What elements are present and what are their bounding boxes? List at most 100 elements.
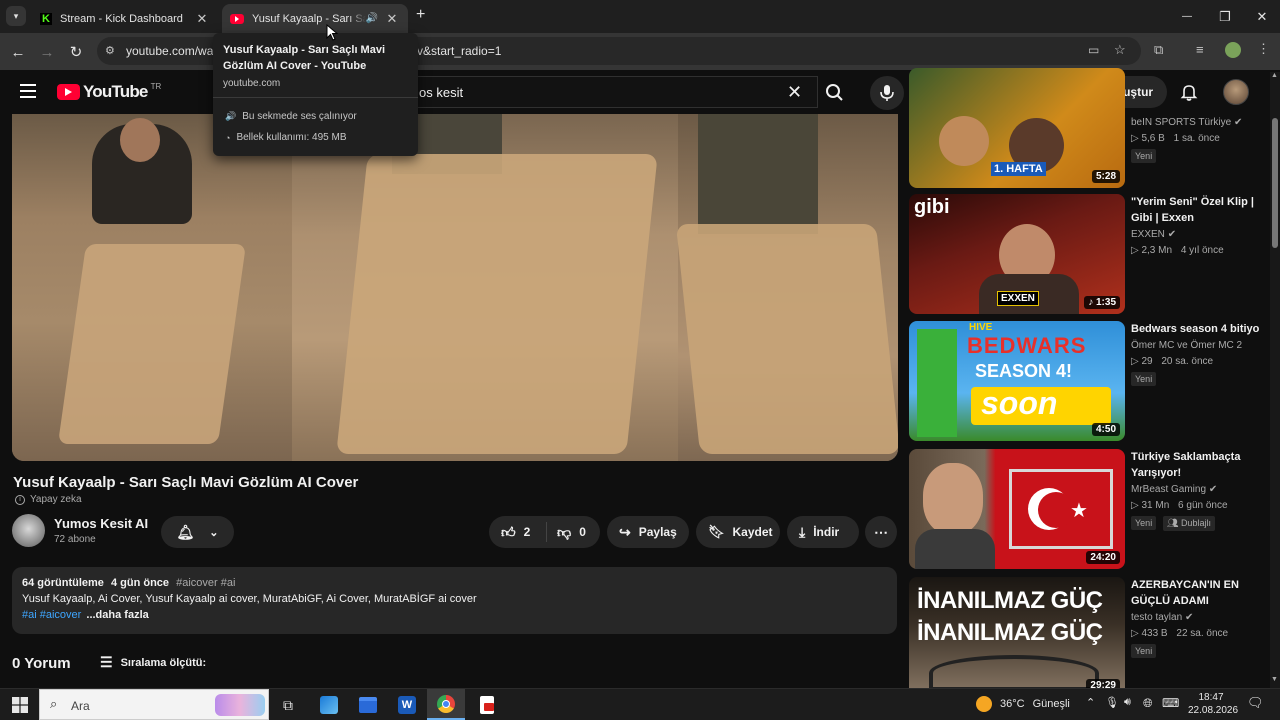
- channel-name[interactable]: beIN SPORTS Türkiye ✔: [1131, 117, 1242, 128]
- subscription-bell-button[interactable]: 🔔︎ ⌄: [161, 516, 234, 548]
- taskbar-clock[interactable]: 18:47 22.08.2026: [1188, 691, 1238, 717]
- chevron-down-icon: ⌄: [209, 526, 219, 539]
- channel-avatar[interactable]: [12, 514, 45, 547]
- new-badge: Yeni: [1131, 149, 1157, 163]
- thumbnail-caption: soon: [981, 385, 1058, 421]
- minimize-button[interactable]: —: [1168, 0, 1206, 33]
- new-tab-button[interactable]: +: [416, 6, 432, 26]
- thumbs-down-icon: 👎︎: [557, 523, 572, 540]
- chrome-taskbar-button[interactable]: [427, 689, 465, 720]
- tray-keyboard-icon[interactable]: ⌨: [1162, 696, 1179, 710]
- channel-name[interactable]: MrBeast Gaming ✔: [1131, 484, 1217, 495]
- like-button[interactable]: 👍︎ 2: [489, 522, 547, 542]
- media-controls-icon[interactable]: ≡: [1196, 42, 1204, 57]
- hamburger-menu-icon[interactable]: [20, 84, 36, 98]
- account-avatar[interactable]: [1223, 79, 1249, 105]
- duration-badge: 24:20: [1086, 551, 1120, 564]
- channel-name[interactable]: testo taylan ✔: [1131, 612, 1193, 623]
- reload-button[interactable]: ↻: [63, 39, 89, 65]
- search-icon: [826, 84, 843, 101]
- hashtags-top[interactable]: #aicover #ai: [176, 577, 235, 589]
- scrollbar-thumb[interactable]: [1272, 118, 1278, 248]
- thumbnail-logo: EXXEN: [997, 291, 1039, 306]
- tray-microphone-icon[interactable]: 🎙︎: [1105, 696, 1119, 709]
- scrollbar-up-arrow[interactable]: ▲: [1271, 72, 1278, 79]
- thumbnail-caption: SEASON 4!: [975, 361, 1073, 381]
- show-more-link[interactable]: ...daha fazla: [86, 609, 148, 621]
- subscriber-count: 72 abone: [54, 534, 96, 545]
- tray-volume-icon[interactable]: 🔊︎: [1124, 696, 1131, 709]
- tray-chevron-icon[interactable]: ⌃: [1086, 696, 1095, 709]
- url-start: youtube.com/wat: [126, 44, 217, 58]
- scrollbar-down-arrow[interactable]: ▼: [1271, 676, 1278, 683]
- dislike-button[interactable]: 👎︎ 0: [547, 524, 586, 541]
- recommendation-item[interactable]: 1. HAFTA 5:28 beIN SPORTS Türkiye ✔ ▷ 5,…: [909, 68, 1269, 188]
- tab-search-button[interactable]: ▾: [6, 6, 26, 26]
- video-player[interactable]: [12, 114, 898, 461]
- search-button[interactable]: [818, 76, 852, 108]
- close-tab-icon[interactable]: ✕: [194, 11, 210, 27]
- channel-name[interactable]: Yumos Kesit AI: [54, 516, 148, 531]
- recommendation-item[interactable]: HIVE BEDWARS SEASON 4! soon 4:50 Bedwars…: [909, 321, 1269, 441]
- page-scrollbar[interactable]: ▲ ▼: [1270, 72, 1280, 688]
- store-app-icon[interactable]: [356, 693, 380, 717]
- voice-search-button[interactable]: [870, 76, 904, 110]
- start-button[interactable]: [8, 693, 32, 717]
- close-window-button[interactable]: ✕: [1243, 0, 1280, 33]
- bookmark-star-icon[interactable]: ☆: [1114, 42, 1126, 58]
- channel-name[interactable]: EXXEN ✔: [1131, 229, 1176, 240]
- extensions-icon[interactable]: ⧉: [1154, 42, 1163, 58]
- close-tab-icon[interactable]: ✕: [384, 11, 400, 27]
- video-title[interactable]: AZERBAYCAN'IN EN GÜÇLÜ ADAMI: [1131, 577, 1267, 609]
- taskbar-search-box[interactable]: ⌕ Ara: [39, 689, 269, 720]
- verified-icon: ✔: [1208, 484, 1218, 495]
- tab-youtube-video[interactable]: Yusuf Kayaalp - Sarı Saçlı M 🔊 ✕: [222, 4, 408, 33]
- video-title[interactable]: Türkiye Saklambaçta Yarışıyor!: [1131, 449, 1267, 481]
- save-button[interactable]: 🔖︎ Kaydet: [696, 516, 780, 548]
- install-app-icon[interactable]: ▭: [1088, 43, 1099, 57]
- speaker-icon[interactable]: 🔊: [366, 13, 378, 24]
- verified-icon: ✔: [1184, 612, 1194, 623]
- url-end: v&start_radio=1: [417, 44, 502, 58]
- recommendation-item[interactable]: gibi EXXEN ♪ 1:35 "Yerim Seni" Özel Klip…: [909, 194, 1269, 314]
- channel-name[interactable]: Ömer MC ve Ömer MC 2: [1131, 340, 1242, 351]
- new-badge: Yeni: [1131, 372, 1157, 386]
- task-view-icon[interactable]: ⧉: [276, 693, 300, 717]
- share-button[interactable]: ↪ Paylaş: [607, 516, 689, 548]
- tray-network-icon[interactable]: 🌐︎: [1143, 696, 1153, 711]
- back-button[interactable]: ←: [5, 39, 31, 65]
- youtube-favicon-icon: [230, 13, 244, 24]
- video-title[interactable]: "Yerim Seni" Özel Klip | Gibi | Exxen: [1131, 194, 1267, 226]
- word-app-icon[interactable]: W: [395, 693, 419, 717]
- video-title[interactable]: Bedwars season 4 bitiyo: [1131, 321, 1267, 337]
- forward-button[interactable]: →: [34, 39, 60, 65]
- site-info-icon[interactable]: ⚙: [105, 44, 115, 57]
- sort-comments-button[interactable]: ☰ Sıralama ölçütü:: [100, 654, 206, 671]
- comment-count: 0 Yorum: [12, 655, 71, 672]
- search-highlight-icon: [215, 694, 265, 716]
- video-stats: ▷ 5,6 B 1 sa. önce: [1131, 133, 1220, 144]
- dubbed-badge: 👥︎ Dublajlı: [1163, 516, 1215, 531]
- photos-app-icon[interactable]: [317, 693, 341, 717]
- more-actions-button[interactable]: ⋯: [865, 516, 897, 548]
- recommendation-item[interactable]: İNANILMAZ GÜÇ İNANILMAZ GÜÇ 29:29 AZERBA…: [909, 577, 1269, 688]
- search-input[interactable]: os kesit ✕: [400, 76, 818, 108]
- weather-widget[interactable]: 36°C Güneşli: [976, 696, 1070, 712]
- pdf-app-icon[interactable]: [475, 693, 499, 717]
- notification-center-icon[interactable]: 🗨︎: [1247, 695, 1264, 711]
- youtube-logo[interactable]: YouTube TR: [57, 82, 161, 102]
- maximize-button[interactable]: ❐: [1206, 0, 1244, 33]
- download-button[interactable]: ⤓ İndir: [787, 516, 859, 548]
- menu-dots-icon[interactable]: ⋮: [1257, 41, 1270, 57]
- bell-icon: [1180, 85, 1198, 101]
- hashtags-bottom[interactable]: #ai #aicover: [22, 609, 81, 621]
- description-box[interactable]: 64 görüntüleme 4 gün önce #aicover #ai Y…: [12, 567, 897, 634]
- bookmark-icon: 🔖︎: [708, 524, 725, 539]
- recommendation-item[interactable]: ★ 24:20 Türkiye Saklambaçta Yarışıyor! M…: [909, 449, 1269, 569]
- mouse-cursor-icon: [326, 24, 338, 41]
- tab-title: Stream - Kick Dashboard: [60, 12, 183, 25]
- notifications-button[interactable]: [1179, 82, 1199, 102]
- profile-avatar[interactable]: [1225, 42, 1241, 58]
- tab-kick-dashboard[interactable]: K Stream - Kick Dashboard ✕: [32, 4, 218, 33]
- clear-search-icon[interactable]: ✕: [787, 82, 802, 103]
